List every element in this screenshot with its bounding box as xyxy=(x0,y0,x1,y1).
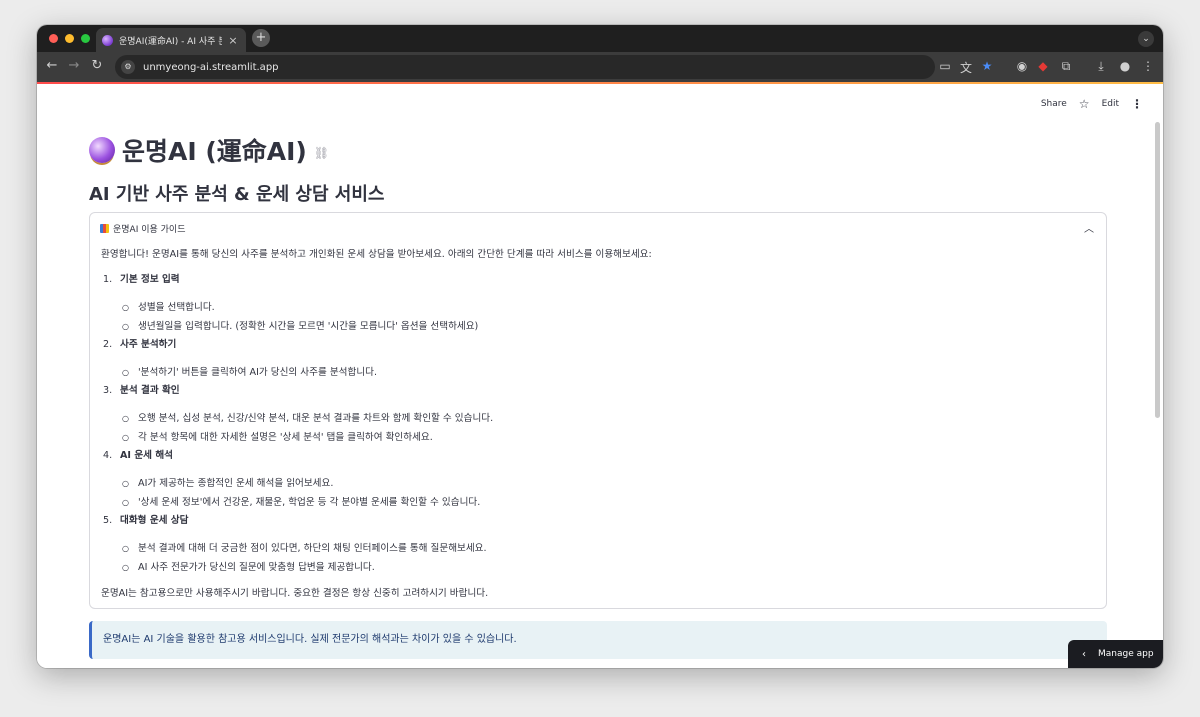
step-1: 1. 기본 정보 입력 xyxy=(103,274,180,285)
tab-title: 운명AI(運命AI) - AI 사주 분석 & 운 xyxy=(119,36,222,47)
extension-icon[interactable]: ◉ xyxy=(1014,59,1030,73)
hollow-bullet-icon: ○ xyxy=(122,479,129,488)
hollow-bullet-icon: ○ xyxy=(122,303,129,312)
list-item: ○ 각 분석 항목에 대한 자세한 설명은 '상세 분석' 탭을 클릭하여 확인하… xyxy=(122,432,433,443)
new-tab-button[interactable]: + xyxy=(252,29,270,47)
title-row: 운명AI (運命AI) ⛓ xyxy=(89,132,329,168)
browser-menu-icon[interactable]: ⋮ xyxy=(1140,59,1156,73)
info-callout: 운명AI는 AI 기술을 활용한 참고용 서비스입니다. 실제 전문가의 해석과… xyxy=(89,621,1107,659)
hollow-bullet-icon: ○ xyxy=(122,414,129,423)
chevron-up-icon[interactable]: ︿ xyxy=(1084,220,1094,235)
traffic-lights xyxy=(49,34,90,43)
page-title: 운명AI (運命AI) xyxy=(122,137,307,166)
bookmark-star-icon[interactable]: ★ xyxy=(979,59,995,73)
list-item: ○ 생년월일을 입력합니다. (정확한 시간을 모르면 '시간을 모릅니다' 옵션… xyxy=(122,321,479,332)
manage-app-label: Manage app xyxy=(1098,649,1154,659)
url-text: unmyeong-ai.streamlit.app xyxy=(143,61,279,73)
browser-tab[interactable]: 운명AI(運命AI) - AI 사주 분석 & 운 × xyxy=(96,28,246,52)
download-icon[interactable]: ⤓ xyxy=(1093,59,1109,74)
scrollbar[interactable] xyxy=(1155,122,1160,418)
step-4: 4. AI 운세 해석 xyxy=(103,450,173,461)
streamlit-header: Share ☆ Edit ⋮ xyxy=(1041,97,1143,111)
translate-icon[interactable]: 文 xyxy=(958,59,974,76)
profile-avatar-icon[interactable]: ● xyxy=(1117,59,1133,73)
minimize-window-button[interactable] xyxy=(65,34,74,43)
browser-toolbar: ← → ↻ ⚙ unmyeong-ai.streamlit.app ▭ 文 ★ … xyxy=(37,52,1163,82)
step-5: 5. 대화형 운세 상담 xyxy=(103,515,189,526)
main-menu-icon[interactable]: ⋮ xyxy=(1131,97,1143,111)
step-3: 3. 분석 결과 확인 xyxy=(103,385,180,396)
anchor-link-icon[interactable]: ⛓ xyxy=(314,146,329,160)
site-info-icon[interactable]: ⚙ xyxy=(121,60,135,74)
close-tab-icon[interactable]: × xyxy=(226,34,240,47)
page-content: Share ☆ Edit ⋮ 운명AI (運命AI) ⛓ AI 기반 사주 분석… xyxy=(37,84,1163,668)
list-item: ○ '분석하기' 버튼을 클릭하여 AI가 당신의 사주를 분석합니다. xyxy=(122,367,378,378)
list-item: ○ 오행 분석, 십성 분석, 신강/신약 분석, 대운 분석 결과를 차트와 함… xyxy=(122,413,494,424)
crystal-ball-icon xyxy=(89,137,115,163)
tab-search-chevron-icon[interactable]: ⌄ xyxy=(1138,31,1154,47)
edit-button[interactable]: Edit xyxy=(1102,99,1119,109)
forward-arrow-icon[interactable]: → xyxy=(65,58,83,73)
hollow-bullet-icon: ○ xyxy=(122,544,129,553)
back-arrow-icon[interactable]: ← xyxy=(43,58,61,73)
guide-expander: 운명AI 이용 가이드 ︿ 환영합니다! 운명AI를 통해 당신의 사주를 분석… xyxy=(89,212,1107,609)
reload-icon[interactable]: ↻ xyxy=(88,58,106,73)
list-item: ○ AI가 제공하는 종합적인 운세 해석을 읽어보세요. xyxy=(122,478,334,489)
tab-strip: 운명AI(運命AI) - AI 사주 분석 & 운 × + ⌄ xyxy=(37,25,1163,52)
share-button[interactable]: Share xyxy=(1041,99,1067,109)
hollow-bullet-icon: ○ xyxy=(122,563,129,572)
step-2: 2. 사주 분석하기 xyxy=(103,339,177,350)
list-item: ○ AI 사주 전문가가 당신의 질문에 맞춤형 답변을 제공합니다. xyxy=(122,562,375,573)
books-icon xyxy=(100,224,109,233)
manage-app-button[interactable]: ‹ Manage app xyxy=(1068,640,1163,668)
expander-title: 운명AI 이용 가이드 xyxy=(113,225,186,235)
crystal-ball-favicon-icon xyxy=(102,34,113,46)
hollow-bullet-icon: ○ xyxy=(122,498,129,507)
cast-icon[interactable]: ▭ xyxy=(937,59,953,73)
hollow-bullet-icon: ○ xyxy=(122,322,129,331)
extensions-puzzle-icon[interactable]: ⧉ xyxy=(1058,59,1074,74)
guide-outro: 운명AI는 참고용으로만 사용해주시기 바랍니다. 중요한 결정은 항상 신중히… xyxy=(101,588,489,599)
pdf-extension-icon[interactable]: ◆ xyxy=(1035,59,1051,73)
browser-window: 운명AI(運命AI) - AI 사주 분석 & 운 × + ⌄ ← → ↻ ⚙ … xyxy=(37,25,1163,668)
list-item: ○ '상세 운세 정보'에서 건강운, 재물운, 학업운 등 각 분야별 운세를 … xyxy=(122,497,481,508)
close-window-button[interactable] xyxy=(49,34,58,43)
page-subtitle: AI 기반 사주 분석 & 운세 상담 서비스 xyxy=(89,184,385,205)
list-item: ○ 성별을 선택합니다. xyxy=(122,302,215,313)
list-item: ○ 분석 결과에 대해 더 궁금한 점이 있다면, 하단의 채팅 인터페이스를 통… xyxy=(122,543,487,554)
chevron-left-icon: ‹ xyxy=(1082,648,1086,660)
hollow-bullet-icon: ○ xyxy=(122,433,129,442)
address-bar[interactable]: ⚙ unmyeong-ai.streamlit.app xyxy=(115,55,935,79)
maximize-window-button[interactable] xyxy=(81,34,90,43)
hollow-bullet-icon: ○ xyxy=(122,368,129,377)
expander-header[interactable]: 운명AI 이용 가이드 xyxy=(100,222,186,235)
star-icon[interactable]: ☆ xyxy=(1079,97,1090,111)
guide-intro: 환영합니다! 운명AI를 통해 당신의 사주를 분석하고 개인화된 운세 상담을… xyxy=(101,249,652,260)
